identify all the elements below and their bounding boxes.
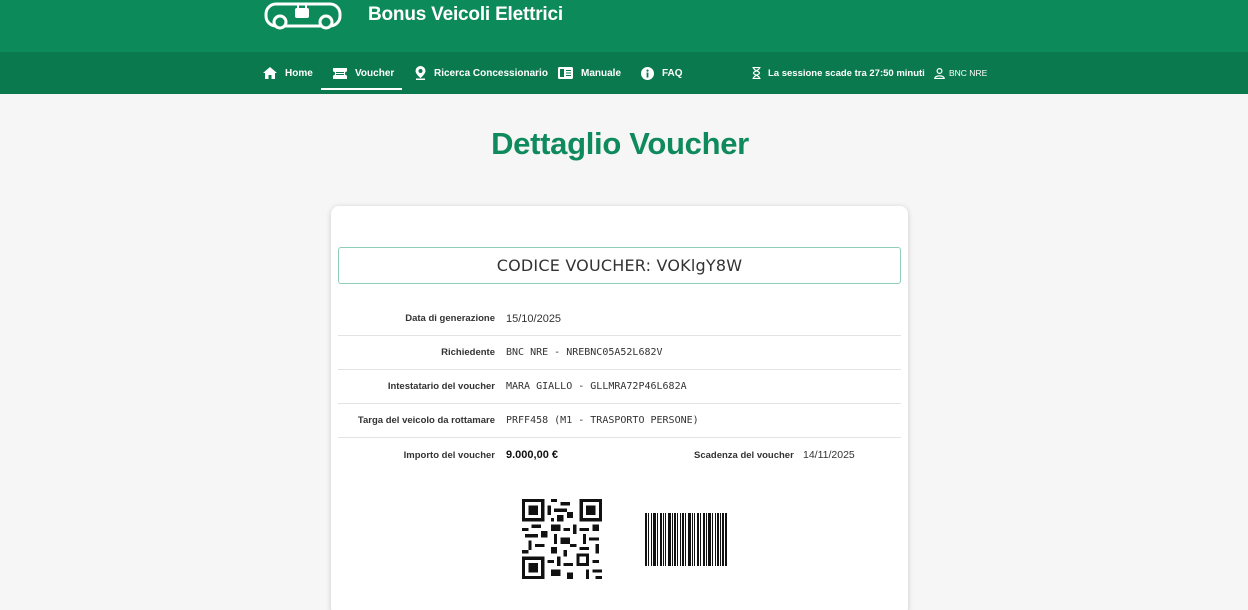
detail-row-richiedente: Richiedente BNC NRE - NREBNC05A52L682V <box>338 336 901 370</box>
session-text: La sessione scade tra 27:50 minuti <box>768 67 925 79</box>
qr-code-image <box>522 499 602 579</box>
nav-ricerca-concessionario[interactable]: Ricerca Concessionario <box>415 52 548 94</box>
page-title: Dettaglio Voucher <box>491 126 749 161</box>
map-pin-icon <box>415 66 426 80</box>
nav-home[interactable]: Home <box>263 52 313 94</box>
session-timer: La sessione scade tra 27:50 minuti <box>752 52 925 94</box>
expiry-value: 14/11/2025 <box>803 449 855 461</box>
detail-value: MARA GIALLO - GLLMRA72P46L682A <box>506 381 687 392</box>
user-menu[interactable]: BNC NRE <box>934 52 987 94</box>
detail-row-importo: Importo del voucher 9.000,00 € Scadenza … <box>338 438 901 472</box>
nav-voucher-label: Voucher <box>355 67 395 79</box>
book-icon <box>558 67 573 79</box>
detail-label: Data di generazione <box>405 313 495 324</box>
ticket-icon <box>333 67 347 79</box>
top-header: Bonus Veicoli Elettrici <box>0 0 1248 52</box>
site-title[interactable]: Bonus Veicoli Elettrici <box>368 4 563 26</box>
nav-faq[interactable]: FAQ <box>641 52 683 94</box>
nav-home-label: Home <box>285 67 313 79</box>
detail-row-intestatario: Intestatario del voucher MARA GIALLO - G… <box>338 370 901 404</box>
expiry-label: Scadenza del voucher <box>694 449 794 461</box>
nav-ricerca-label: Ricerca Concessionario <box>434 67 548 79</box>
amount-value: 9.000,00 € <box>506 449 558 461</box>
main-nav: Home Voucher Ricerca Concessionario Manu… <box>0 52 1248 94</box>
nav-manuale[interactable]: Manuale <box>558 52 621 94</box>
detail-row-targa: Targa del veicolo da rottamare PRFF458 (… <box>338 404 901 438</box>
detail-label: Targa del veicolo da rottamare <box>357 415 495 426</box>
user-icon <box>934 67 945 79</box>
voucher-code: CODICE VOUCHER: VOKlgY8W <box>338 247 901 284</box>
barcode-image <box>645 513 727 566</box>
detail-label: Intestatario del voucher <box>387 381 495 392</box>
amount-label: Importo del voucher <box>403 449 495 461</box>
info-icon <box>641 66 654 80</box>
hourglass-icon <box>752 67 761 79</box>
user-name: BNC NRE <box>949 68 988 78</box>
voucher-card: CODICE VOUCHER: VOKlgY8W Data di generaz… <box>331 206 908 610</box>
detail-value: BNC NRE - NREBNC05A52L682V <box>506 347 663 358</box>
nav-manuale-label: Manuale <box>581 67 622 79</box>
electric-car-plug-icon[interactable] <box>262 0 344 32</box>
detail-row-data-generazione: Data di generazione 15/10/2025 <box>338 302 901 336</box>
home-icon <box>263 67 277 79</box>
detail-label: Richiedente <box>441 347 495 358</box>
nav-faq-label: FAQ <box>662 67 683 79</box>
detail-value: 15/10/2025 <box>506 312 562 325</box>
detail-value: PRFF458 (M1 - TRASPORTO PERSONE) <box>506 415 699 426</box>
nav-voucher[interactable]: Voucher <box>321 52 402 94</box>
